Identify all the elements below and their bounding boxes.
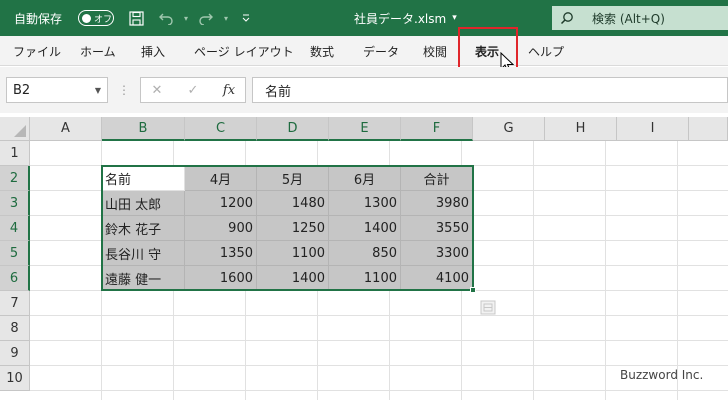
column-header-j[interactable]: J xyxy=(689,117,728,141)
name-box[interactable]: B2 ▼ xyxy=(6,77,108,103)
cell-d2[interactable]: 5月 xyxy=(257,166,329,191)
row-header-3[interactable]: 3 xyxy=(0,191,30,216)
fill-handle[interactable] xyxy=(470,287,476,293)
autosave-toggle[interactable]: オフ xyxy=(78,10,114,26)
tab-home[interactable]: ホーム xyxy=(80,36,116,66)
insert-function-icon[interactable]: fx xyxy=(217,78,241,102)
cell-c4[interactable]: 900 xyxy=(185,216,257,241)
select-all-triangle-icon xyxy=(14,125,26,137)
undo-icon[interactable] xyxy=(156,0,176,36)
cell-d5[interactable]: 1100 xyxy=(257,241,329,266)
name-box-dropdown-icon[interactable]: ▼ xyxy=(95,86,101,95)
cell-e5[interactable]: 850 xyxy=(329,241,401,266)
row-header-4[interactable]: 4 xyxy=(0,216,30,241)
column-header-g[interactable]: G xyxy=(473,117,545,141)
cell-e4[interactable]: 1400 xyxy=(329,216,401,241)
tab-review[interactable]: 校閲 xyxy=(423,36,447,66)
row-header-10[interactable]: 10 xyxy=(0,366,30,391)
tab-help[interactable]: ヘルプ xyxy=(528,36,564,66)
formula-bar-grip-icon[interactable]: ⋮ xyxy=(118,83,130,97)
column-header-h[interactable]: H xyxy=(545,117,617,141)
search-icon xyxy=(552,11,582,25)
cell-b4[interactable]: 鈴木 花子 xyxy=(102,216,185,241)
document-title[interactable]: 社員データ.xlsm ▾ xyxy=(354,0,457,36)
cell-f2[interactable]: 合計 xyxy=(401,166,473,191)
ribbon-tabs: ファイル ホーム 挿入 ページ レイアウト 数式 データ 校閲 表示 ヘルプ xyxy=(0,36,728,66)
column-header-f[interactable]: F xyxy=(401,117,473,141)
cell-e3[interactable]: 1300 xyxy=(329,191,401,216)
row-header-2[interactable]: 2 xyxy=(0,166,30,191)
document-title-text: 社員データ.xlsm xyxy=(354,11,447,26)
undo-dropdown-icon[interactable]: ▾ xyxy=(176,0,196,36)
row-header-9[interactable]: 9 xyxy=(0,341,30,366)
redo-icon[interactable] xyxy=(196,0,216,36)
worksheet-grid[interactable]: A B C D E F G H I J 1 2 3 4 5 6 7 8 9 10… xyxy=(0,117,728,400)
column-header-a[interactable]: A xyxy=(30,117,102,141)
cell-e2[interactable]: 6月 xyxy=(329,166,401,191)
row-header-1[interactable]: 1 xyxy=(0,141,30,166)
row-header-8[interactable]: 8 xyxy=(0,316,30,341)
tab-data[interactable]: データ xyxy=(363,36,399,66)
row-header-6[interactable]: 6 xyxy=(0,266,30,291)
cell-d4[interactable]: 1250 xyxy=(257,216,329,241)
cell-b2[interactable]: 名前 xyxy=(102,166,185,191)
cell-f4[interactable]: 3550 xyxy=(401,216,473,241)
cell-f5[interactable]: 3300 xyxy=(401,241,473,266)
customize-qat-icon[interactable] xyxy=(236,0,256,36)
cell-f3[interactable]: 3980 xyxy=(401,191,473,216)
enter-icon[interactable]: ✓ xyxy=(181,78,205,102)
tab-page-layout[interactable]: ページ レイアウト xyxy=(194,36,294,66)
cancel-icon[interactable]: ✕ xyxy=(145,78,169,102)
tab-formulas[interactable]: 数式 xyxy=(310,36,334,66)
title-bar: 自動保存 オフ ▾ ▾ 社員データ.xlsm ▾ 検索 (Alt+Q) xyxy=(0,0,728,36)
cell-e6[interactable]: 1100 xyxy=(329,266,401,291)
tab-insert[interactable]: 挿入 xyxy=(141,36,165,66)
cell-b6[interactable]: 遠藤 健一 xyxy=(102,266,185,291)
cell-d6[interactable]: 1400 xyxy=(257,266,329,291)
formula-area: B2 ▼ ⋮ ✕ ✓ fx 名前 xyxy=(0,67,728,113)
row-header-5[interactable]: 5 xyxy=(0,241,30,266)
cell-c2[interactable]: 4月 xyxy=(185,166,257,191)
name-box-value: B2 xyxy=(13,82,31,98)
chevron-down-icon: ▾ xyxy=(452,13,457,23)
cell-c3[interactable]: 1200 xyxy=(185,191,257,216)
cell-b5[interactable]: 長谷川 守 xyxy=(102,241,185,266)
cell-d3[interactable]: 1480 xyxy=(257,191,329,216)
column-header-c[interactable]: C xyxy=(185,117,257,141)
save-icon[interactable] xyxy=(126,0,146,36)
column-header-d[interactable]: D xyxy=(257,117,329,141)
column-header-b[interactable]: B xyxy=(102,117,185,141)
formula-input[interactable]: 名前 xyxy=(252,77,728,103)
search-box[interactable]: 検索 (Alt+Q) xyxy=(552,6,728,30)
cell-f6[interactable]: 4100 xyxy=(401,266,473,291)
cell-c6[interactable]: 1600 xyxy=(185,266,257,291)
select-all-corner[interactable] xyxy=(0,117,30,141)
search-placeholder: 検索 (Alt+Q) xyxy=(592,11,665,26)
cell-c5[interactable]: 1350 xyxy=(185,241,257,266)
formula-buttons: ✕ ✓ fx xyxy=(140,77,246,103)
autosave-label: 自動保存 xyxy=(14,11,63,26)
column-header-i[interactable]: I xyxy=(617,117,689,141)
column-header-e[interactable]: E xyxy=(329,117,401,141)
quick-analysis-icon[interactable] xyxy=(478,299,498,317)
autosave-state: オフ xyxy=(94,14,113,25)
watermark-text: Buzzword Inc. xyxy=(620,368,704,382)
cell-b3[interactable]: 山田 太郎 xyxy=(102,191,185,216)
row-header-7[interactable]: 7 xyxy=(0,291,30,316)
toggle-knob xyxy=(82,13,91,23)
redo-dropdown-icon[interactable]: ▾ xyxy=(216,0,236,36)
tab-file[interactable]: ファイル xyxy=(13,36,61,66)
